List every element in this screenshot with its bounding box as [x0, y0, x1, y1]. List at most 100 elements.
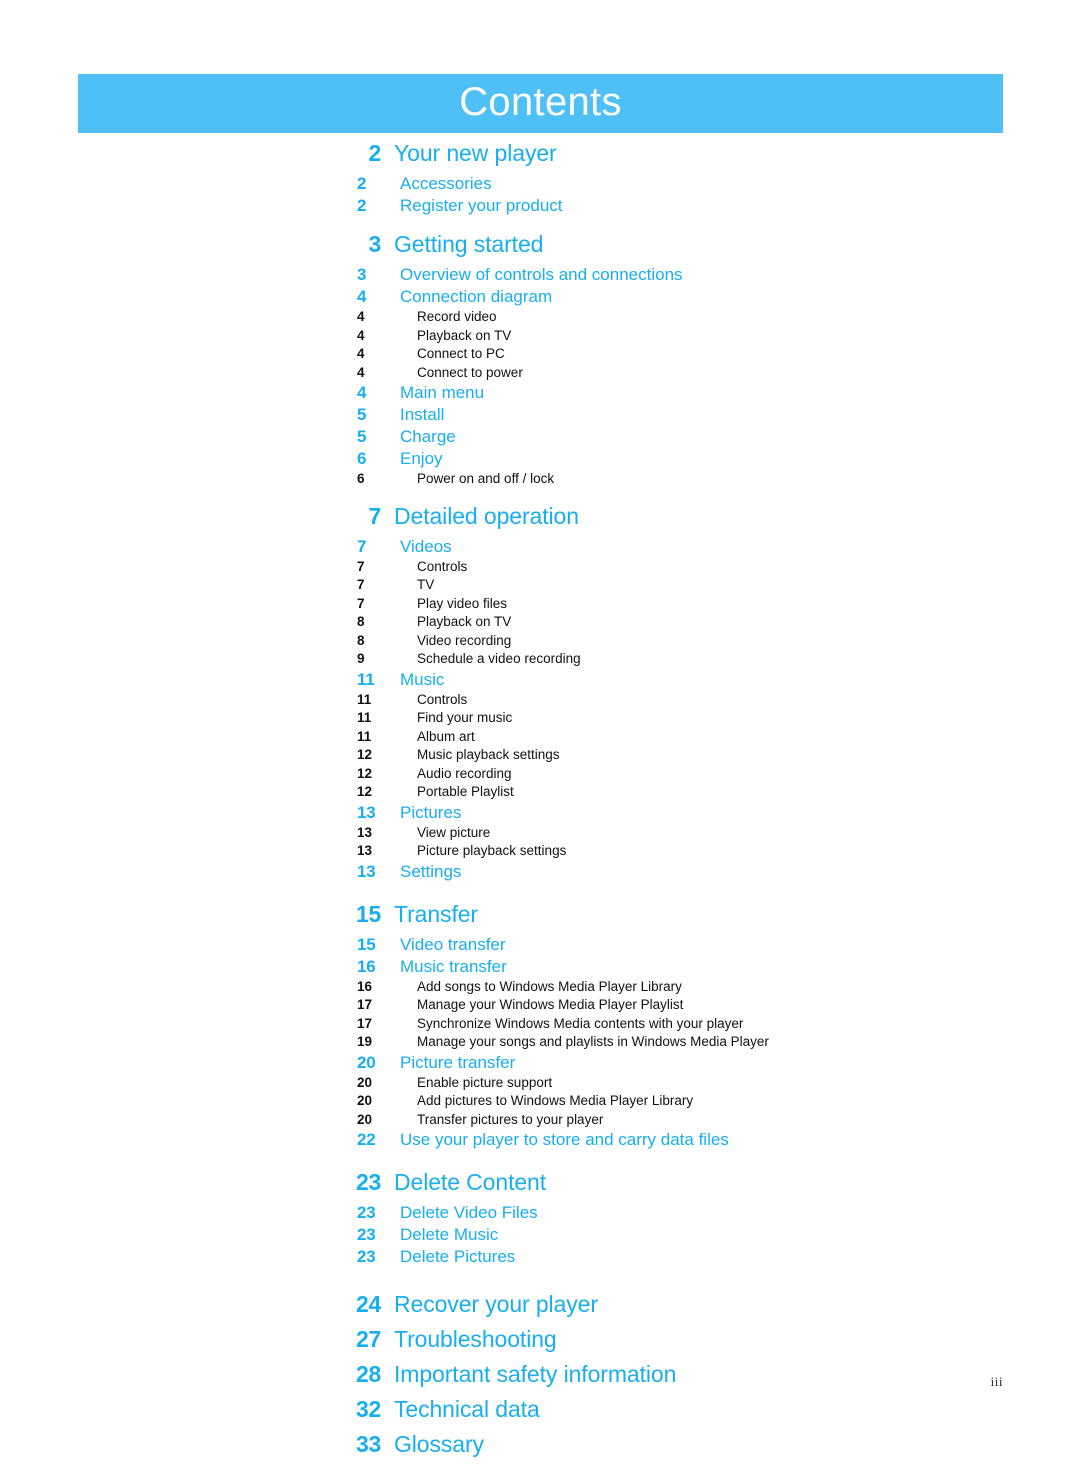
toc-entry-level-1[interactable]: 23 Delete Content: [0, 1169, 1080, 1203]
toc-entry-level-2[interactable]: 16 Music transfer: [0, 957, 1080, 979]
toc-entry-level-1[interactable]: 24 Recover your player: [0, 1291, 1080, 1326]
toc-entry-level-3[interactable]: 20 Enable picture support: [0, 1075, 1080, 1094]
toc-entry-level-3[interactable]: 4 Playback on TV: [0, 328, 1080, 347]
contents-header-banner: Contents: [78, 74, 1003, 133]
toc-entry-label: Videos: [400, 536, 452, 556]
toc-entry-level-1[interactable]: 15 Transfer: [0, 901, 1080, 935]
toc-entry-label: Connect to PC: [417, 346, 505, 361]
toc-entry-page-number: 7: [357, 595, 365, 611]
toc-entry-level-1[interactable]: 7 Detailed operation: [0, 503, 1080, 537]
toc-entry-level-3[interactable]: 12 Portable Playlist: [0, 784, 1080, 803]
toc-entry-level-2[interactable]: 13 Settings: [0, 862, 1080, 884]
toc-entry-level-3[interactable]: 4 Record video: [0, 309, 1080, 328]
toc-entry-page-number: 17: [357, 1015, 373, 1031]
toc-entry-level-3[interactable]: 17 Manage your Windows Media Player Playl…: [0, 997, 1080, 1016]
toc-entry-page-number: 20: [357, 1093, 373, 1108]
toc-entry-page-number: 7: [368, 502, 382, 529]
toc-entry-label: Album art: [417, 728, 475, 744]
toc-entry-level-3[interactable]: 7 TV: [0, 577, 1080, 596]
toc-entry-label: Transfer pictures to your player: [417, 1111, 604, 1127]
toc-entry-level-2[interactable]: 11 Music: [0, 670, 1080, 692]
toc-entry-page-number: 7: [357, 577, 365, 592]
toc-entry-label: Use your player to store and carry data …: [400, 1130, 729, 1149]
toc-entry-label: Overview of controls and connections: [400, 265, 683, 284]
toc-entry-level-1[interactable]: 27 Troubleshooting: [0, 1326, 1080, 1361]
toc-entry-page-number: 12: [357, 765, 373, 781]
toc-entry-level-1[interactable]: 3 Getting started: [0, 231, 1080, 265]
toc-entry-level-2[interactable]: 4 Connection diagram: [0, 287, 1080, 309]
toc-entry-level-3[interactable]: 8 Playback on TV: [0, 614, 1080, 633]
toc-entry-level-2[interactable]: 2 Accessories: [0, 174, 1080, 196]
toc-entry-label: Music: [400, 669, 445, 689]
toc-entry-level-2[interactable]: 23 Delete Pictures: [0, 1247, 1080, 1269]
toc-entry-level-3[interactable]: 12 Audio recording: [0, 766, 1080, 785]
toc-entry-label: Find your music: [417, 710, 513, 725]
toc-entry-page-number: 23: [357, 1203, 376, 1222]
toc-entry-level-2[interactable]: 20 Picture transfer: [0, 1053, 1080, 1075]
toc-entry-level-3[interactable]: 19 Manage your songs and playlists in Win…: [0, 1034, 1080, 1053]
toc-entry-page-number: 4: [357, 346, 365, 361]
toc-entry-level-3[interactable]: 4 Connect to PC: [0, 346, 1080, 365]
toc-entry-level-3[interactable]: 9 Schedule a video recording: [0, 651, 1080, 670]
toc-entry-page-number: 13: [357, 843, 373, 858]
toc-entry-level-3[interactable]: 11 Find your music: [0, 710, 1080, 729]
toc-entry-level-2[interactable]: 22 Use your player to store and carry dat…: [0, 1130, 1080, 1152]
toc-entry-label: Synchronize Windows Media contents with …: [417, 1015, 744, 1031]
toc-entry-label: Schedule a video recording: [417, 651, 581, 666]
toc-entry-level-3[interactable]: 4 Connect to power: [0, 365, 1080, 384]
toc-entry-level-3[interactable]: 11 Album art: [0, 729, 1080, 748]
toc-entry-page-number: 13: [357, 861, 376, 881]
toc-entry-level-3[interactable]: 8 Video recording: [0, 633, 1080, 652]
toc-entry-level-3[interactable]: 17 Synchronize Windows Media contents wit…: [0, 1016, 1080, 1035]
toc-entry-level-2[interactable]: 2 Register your product: [0, 196, 1080, 218]
toc-entry-level-2[interactable]: 5 Install: [0, 405, 1080, 427]
toc-entry-level-3[interactable]: 13 Picture playback settings: [0, 843, 1080, 862]
toc-entry-page-number: 8: [357, 632, 365, 648]
toc-entry-page-number: 17: [357, 997, 373, 1012]
toc-entry-label: Playback on TV: [417, 327, 512, 343]
toc-entry-level-3[interactable]: 7 Play video files: [0, 596, 1080, 615]
toc-entry-level-3[interactable]: 11 Controls: [0, 692, 1080, 711]
toc-entry-level-3[interactable]: 13 View picture: [0, 825, 1080, 844]
toc-entry-page-number: 20: [357, 1052, 376, 1072]
toc-entry-label: Enjoy: [400, 449, 443, 468]
toc-entry-page-number: 11: [357, 669, 375, 689]
toc-entry-level-2[interactable]: 5 Charge: [0, 427, 1080, 449]
toc-entry-level-2[interactable]: 23 Delete Music: [0, 1225, 1080, 1247]
toc-entry-level-3[interactable]: 7 Controls: [0, 559, 1080, 578]
toc-entry-level-2[interactable]: 6 Enjoy: [0, 449, 1080, 471]
toc-entry-level-3[interactable]: 20 Transfer pictures to your player: [0, 1112, 1080, 1131]
toc-entry-page-number: 11: [357, 691, 372, 707]
toc-entry-level-3[interactable]: 12 Music playback settings: [0, 747, 1080, 766]
toc-entry-page-number: 3: [368, 231, 382, 257]
toc-entry-level-3[interactable]: 16 Add songs to Windows Media Player Libr…: [0, 979, 1080, 998]
toc-entry-level-1[interactable]: 32 Technical data: [0, 1396, 1080, 1431]
toc-entry-page-number: 16: [357, 956, 376, 976]
toc-entry-label: Connection diagram: [400, 287, 553, 306]
toc-entry-level-2[interactable]: 13 Pictures: [0, 803, 1080, 825]
toc-entry-label: Delete Music: [400, 1225, 499, 1244]
toc-entry-page-number: 2: [357, 174, 367, 193]
toc-entry-label: Audio recording: [417, 765, 512, 781]
toc-entry-label: Troubleshooting: [394, 1326, 557, 1352]
toc-entry-level-1[interactable]: 33 Glossary: [0, 1431, 1080, 1466]
toc-entry-level-2[interactable]: 7 Videos: [0, 537, 1080, 559]
toc-entry-page-number: 20: [357, 1074, 373, 1090]
toc-entry-level-2[interactable]: 15 Video transfer: [0, 935, 1080, 957]
toc-entry-level-2[interactable]: 23 Delete Video Files: [0, 1203, 1080, 1225]
toc-entry-label: Main menu: [400, 383, 485, 402]
toc-entry-label: Picture playback settings: [417, 843, 567, 858]
toc-entry-page-number: 27: [356, 1326, 381, 1352]
toc-entry-level-2[interactable]: 3 Overview of controls and connections: [0, 265, 1080, 287]
toc-entry-level-2[interactable]: 4 Main menu: [0, 383, 1080, 405]
toc-entry-page-number: 22: [357, 1130, 376, 1149]
toc-entry-page-number: 11: [357, 710, 372, 725]
toc-entry-level-1[interactable]: 2 Your new player: [0, 140, 1080, 174]
toc-entry-page-number: 15: [357, 934, 376, 954]
toc-entry-label: Record video: [417, 309, 497, 324]
toc-entry-level-3[interactable]: 6 Power on and off / lock: [0, 471, 1080, 490]
toc-entry-level-3[interactable]: 20 Add pictures to Windows Media Player L…: [0, 1093, 1080, 1112]
